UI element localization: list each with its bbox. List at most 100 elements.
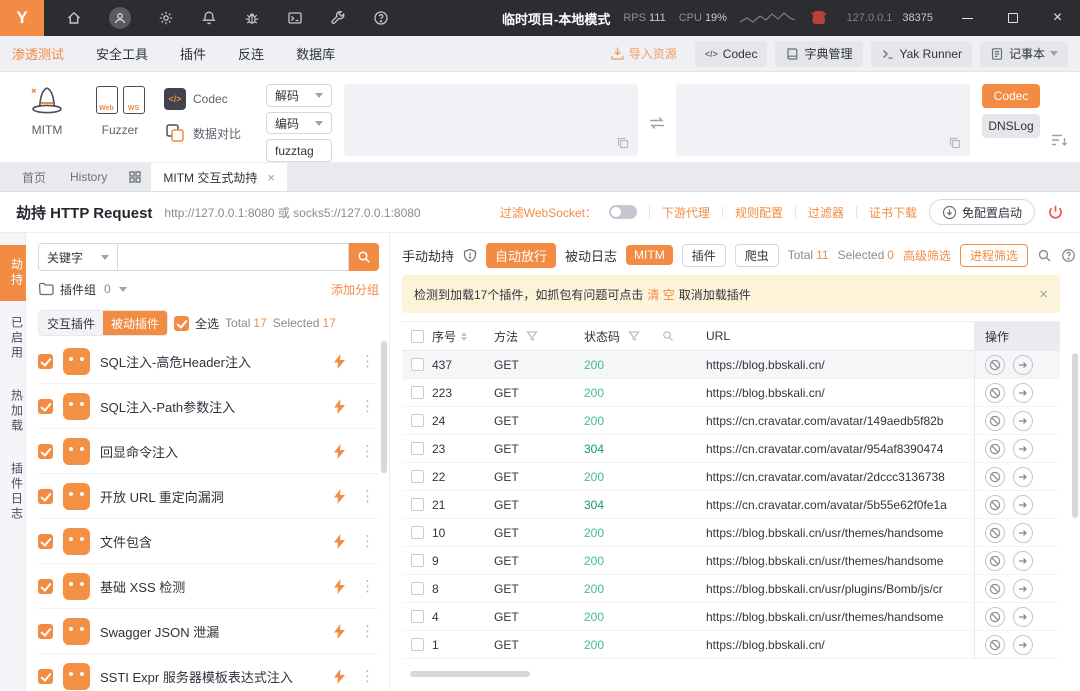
advanced-filter-link[interactable]: 高级筛选 <box>903 247 951 264</box>
discard-button[interactable] <box>985 606 1005 627</box>
more-options-icon[interactable]: ⋮ <box>356 442 379 460</box>
downstream-proxy-link[interactable]: 下游代理 <box>662 204 710 221</box>
row-checkbox[interactable] <box>410 554 424 567</box>
row-checkbox[interactable] <box>410 498 424 511</box>
decode-dropdown[interactable]: 解码 <box>266 84 332 107</box>
discard-button[interactable] <box>985 522 1005 543</box>
cert-download-link[interactable]: 证书下载 <box>869 204 917 221</box>
discard-button[interactable] <box>985 354 1005 375</box>
codec-tool[interactable]: </> Codec <box>164 88 254 110</box>
plugin-list-item[interactable]: Swagger JSON 泄漏 ⋮ <box>38 609 379 654</box>
copy-icon[interactable] <box>948 136 962 150</box>
filter-funnel-icon[interactable] <box>628 330 640 342</box>
plugin-checkbox[interactable] <box>38 533 53 549</box>
more-options-icon[interactable]: ⋮ <box>356 487 379 505</box>
request-row[interactable]: 223 GET 200 https://blog.bbskali.cn/ <box>402 379 1060 407</box>
forward-button[interactable] <box>1013 550 1033 571</box>
row-checkbox[interactable] <box>410 526 424 539</box>
row-checkbox[interactable] <box>410 414 424 427</box>
forward-button[interactable] <box>1013 354 1033 375</box>
discard-button[interactable] <box>985 466 1005 487</box>
close-button[interactable]: × <box>1035 0 1080 36</box>
plugin-list-item[interactable]: SQL注入-Path参数注入 ⋮ <box>38 384 379 429</box>
home-icon[interactable] <box>66 10 82 26</box>
discard-button[interactable] <box>985 382 1005 403</box>
copy-icon[interactable] <box>616 136 630 150</box>
menu-item-reverse[interactable]: 反连 <box>238 44 264 63</box>
crawler-chip[interactable]: 爬虫 <box>734 243 779 267</box>
plugin-search-input[interactable] <box>118 243 349 271</box>
tab-history[interactable]: History <box>58 163 119 191</box>
terminal-icon[interactable] <box>287 10 303 26</box>
discard-button[interactable] <box>985 410 1005 431</box>
tab-home[interactable]: 首页 <box>10 163 58 191</box>
plugin-list-item[interactable]: SSTI Expr 服务器模板表达式注入 ⋮ <box>38 654 379 691</box>
maximize-button[interactable] <box>990 0 1035 36</box>
yak-runner-button[interactable]: Yak Runner <box>870 40 972 67</box>
execute-lightning-icon[interactable] <box>333 533 346 549</box>
request-row[interactable]: 24 GET 200 https://cn.cravatar.com/avata… <box>402 407 1060 435</box>
row-checkbox[interactable] <box>410 442 424 455</box>
plugin-list-item[interactable]: 基础 XSS 检测 ⋮ <box>38 564 379 609</box>
search-button[interactable] <box>349 243 379 271</box>
forward-button[interactable] <box>1013 634 1033 655</box>
row-checkbox[interactable] <box>410 358 424 371</box>
plugin-checkbox[interactable] <box>38 398 53 414</box>
forward-button[interactable] <box>1013 494 1033 515</box>
plugin-chip[interactable]: 插件 <box>681 243 726 267</box>
more-options-icon[interactable]: ⋮ <box>356 622 379 640</box>
dict-manager-button[interactable]: 字典管理 <box>775 40 863 67</box>
notifications-bell-icon[interactable] <box>201 10 217 26</box>
plugin-checkbox[interactable] <box>38 488 53 504</box>
help-icon[interactable] <box>373 10 389 26</box>
row-checkbox[interactable] <box>410 582 424 595</box>
request-row[interactable]: 10 GET 200 https://blog.bbskali.cn/usr/t… <box>402 519 1060 547</box>
plugin-list-item[interactable]: SQL注入-高危Header注入 ⋮ <box>38 339 379 384</box>
mitm-tool[interactable]: MITM <box>18 80 76 162</box>
menu-item-database[interactable]: 数据库 <box>296 44 335 63</box>
plugin-checkbox[interactable] <box>38 578 53 594</box>
forward-button[interactable] <box>1013 578 1033 599</box>
mitm-badge[interactable]: MITM <box>626 245 673 265</box>
execute-lightning-icon[interactable] <box>333 578 346 594</box>
execute-lightning-icon[interactable] <box>333 488 346 504</box>
stop-power-icon[interactable] <box>1047 204 1064 221</box>
select-all-checkbox[interactable] <box>174 315 190 331</box>
forward-button[interactable] <box>1013 410 1033 431</box>
plugin-list-item[interactable]: 开放 URL 重定向漏洞 ⋮ <box>38 474 379 519</box>
ws-filter-toggle[interactable] <box>608 205 637 219</box>
search-icon[interactable] <box>662 330 674 342</box>
vtab-hotreload[interactable]: 热加载 <box>0 376 26 447</box>
yakit-logo[interactable]: Y <box>0 0 44 36</box>
minimize-button[interactable] <box>945 0 990 36</box>
forward-button[interactable] <box>1013 382 1033 403</box>
plugin-checkbox[interactable] <box>38 623 53 639</box>
header-checkbox[interactable] <box>410 329 424 343</box>
data-compare-tool[interactable]: 数据对比 <box>164 122 254 144</box>
plugin-list-item[interactable]: 回显命令注入 ⋮ <box>38 429 379 474</box>
execute-lightning-icon[interactable] <box>333 398 346 414</box>
plugin-checkbox[interactable] <box>38 668 53 684</box>
add-group-link[interactable]: 添加分组 <box>331 281 379 298</box>
forward-button[interactable] <box>1013 522 1033 543</box>
chevron-down-icon[interactable] <box>118 286 127 292</box>
import-resource-link[interactable]: 导入资源 <box>610 45 677 62</box>
codec-output-area[interactable] <box>676 84 970 156</box>
sort-collapse-icon[interactable] <box>1050 132 1068 162</box>
swap-icon[interactable] <box>648 115 666 131</box>
execute-lightning-icon[interactable] <box>333 443 346 459</box>
plugin-list-item[interactable]: 文件包含 ⋮ <box>38 519 379 564</box>
more-options-icon[interactable]: ⋮ <box>356 352 379 370</box>
banner-close-icon[interactable]: × <box>1039 287 1048 302</box>
codec-button[interactable]: </> Codec <box>694 40 768 67</box>
notepad-button[interactable]: 记事本 <box>979 40 1068 67</box>
question-circle-icon[interactable] <box>1061 248 1076 263</box>
web-fuzzer-tool[interactable]: Web WS Fuzzer <box>88 80 152 162</box>
vtab-enabled[interactable]: 已启用 <box>0 303 26 374</box>
tab-interactive-plugins[interactable]: 交互插件 <box>39 311 104 335</box>
discard-button[interactable] <box>985 494 1005 515</box>
dnslog-button[interactable]: DNSLog <box>982 114 1040 138</box>
discard-button[interactable] <box>985 634 1005 655</box>
fuzztag-button[interactable]: fuzztag <box>266 139 332 163</box>
plugin-list-scrollbar[interactable] <box>381 341 387 473</box>
